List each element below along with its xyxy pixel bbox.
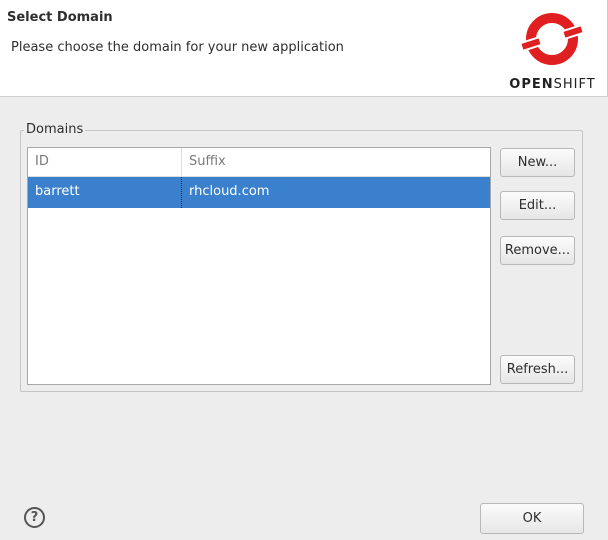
openshift-logo-icon [518, 13, 586, 65]
table-header: ID Suffix [28, 148, 490, 177]
column-header-suffix[interactable]: Suffix [189, 154, 226, 169]
domains-table[interactable]: ID Suffix barrett rhcloud.com [27, 147, 491, 385]
domain-suffix-cell: rhcloud.com [189, 184, 270, 199]
openshift-logo: OPENSHIFT [505, 6, 600, 94]
domain-id-cell: barrett [35, 184, 80, 199]
page-title: Select Domain [7, 10, 113, 25]
help-icon[interactable]: ? [24, 507, 45, 528]
edit-button[interactable]: Edit... [500, 191, 575, 220]
remove-button[interactable]: Remove... [500, 236, 575, 265]
page-subtitle: Please choose the domain for your new ap… [11, 40, 344, 55]
column-header-id[interactable]: ID [35, 154, 49, 169]
dialog-header: Select Domain Please choose the domain f… [0, 0, 608, 97]
refresh-button[interactable]: Refresh... [500, 355, 575, 384]
new-button[interactable]: New... [500, 148, 575, 177]
domains-group-label: Domains [24, 122, 86, 137]
table-row[interactable]: barrett rhcloud.com [28, 177, 490, 208]
ok-button[interactable]: OK [480, 503, 584, 534]
